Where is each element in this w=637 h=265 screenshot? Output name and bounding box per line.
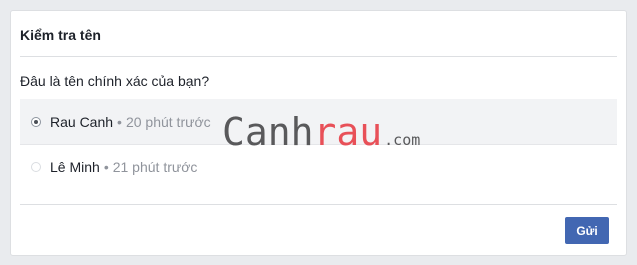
option-time: 21 phút trước [112, 159, 198, 175]
option-name: Rau Canh [50, 113, 114, 130]
submit-button[interactable]: Gửi [565, 217, 609, 244]
option-separator: • [117, 113, 122, 130]
option-time: 20 phút trước [125, 113, 211, 130]
radio-button-selected[interactable] [31, 116, 41, 127]
name-check-card: Kiểm tra tên Đâu là tên chính xác của bạ… [10, 10, 627, 256]
option-separator: • [103, 159, 109, 175]
option-name: Lê Minh [50, 159, 100, 175]
card-title: Kiểm tra tên [20, 27, 101, 43]
header-divider [20, 56, 617, 57]
name-option-le-minh[interactable]: Lê Minh • 21 phút trước [20, 144, 617, 189]
footer-divider [20, 204, 617, 205]
question-text: Đâu là tên chính xác của bạn? [20, 73, 210, 89]
name-options-list: Rau Canh • 20 phút trước Lê Minh • 21 ph… [20, 99, 617, 189]
radio-button[interactable] [31, 162, 41, 172]
name-option-rau-canh[interactable]: Rau Canh • 20 phút trước [20, 99, 617, 144]
